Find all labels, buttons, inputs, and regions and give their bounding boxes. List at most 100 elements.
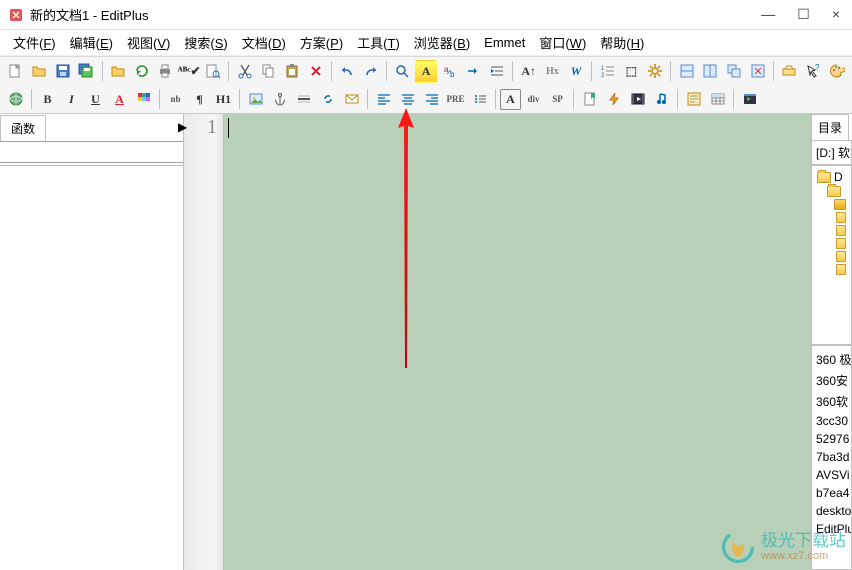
hex-icon[interactable]: Hx xyxy=(541,60,564,83)
copy-icon[interactable] xyxy=(257,60,280,83)
file-item[interactable]: deskto xyxy=(816,502,847,520)
tree-item[interactable] xyxy=(814,211,849,224)
save-icon[interactable] xyxy=(51,60,74,83)
tree-item[interactable] xyxy=(814,224,849,237)
drive-selector[interactable]: [D:] 软 xyxy=(811,140,852,165)
underline-icon[interactable]: U xyxy=(84,88,107,111)
window-cascade-icon[interactable] xyxy=(723,60,746,83)
wordwrap-icon[interactable]: W xyxy=(565,60,588,83)
menu-b[interactable]: 浏览器(B) xyxy=(407,30,477,55)
menu-e[interactable]: 编辑(E) xyxy=(63,30,120,55)
tree-item[interactable]: D xyxy=(814,169,849,185)
hr-icon[interactable] xyxy=(292,88,315,111)
anchor-icon[interactable] xyxy=(268,88,291,111)
spellcheck-icon[interactable]: ᴬᴮᶜ✔ xyxy=(178,60,201,83)
file-list[interactable]: 360 极360安360软3cc30529767ba3dAVSVib7ea4de… xyxy=(811,345,852,570)
tool1-icon[interactable] xyxy=(778,60,801,83)
new-file-icon[interactable] xyxy=(4,60,27,83)
font-color-icon[interactable]: A xyxy=(108,88,131,111)
remote-save-icon[interactable] xyxy=(130,60,153,83)
menu-emmet[interactable]: Emmet xyxy=(477,32,532,53)
menu-p[interactable]: 方案(P) xyxy=(293,30,350,55)
print-icon[interactable] xyxy=(154,60,177,83)
div-icon[interactable]: div xyxy=(522,88,545,111)
bold-icon[interactable]: B xyxy=(36,88,59,111)
delete-icon[interactable] xyxy=(304,60,327,83)
menu-t[interactable]: 工具(T) xyxy=(350,30,407,55)
span-icon[interactable]: SP xyxy=(546,88,569,111)
file-item[interactable]: 360安 xyxy=(816,370,847,391)
align-center-icon[interactable] xyxy=(396,88,419,111)
goto-icon[interactable] xyxy=(462,60,485,83)
bookmark-icon[interactable] xyxy=(578,88,601,111)
file-item[interactable]: 360 极 xyxy=(816,349,847,370)
tree-item[interactable] xyxy=(814,198,849,211)
preview-icon[interactable] xyxy=(202,60,225,83)
tree-item[interactable] xyxy=(814,263,849,276)
indent-icon[interactable] xyxy=(486,60,509,83)
run-icon[interactable] xyxy=(738,88,761,111)
menu-f[interactable]: 文件(F) xyxy=(6,30,63,55)
save-all-icon[interactable] xyxy=(75,60,98,83)
audio-icon[interactable] xyxy=(650,88,673,111)
paragraph-icon[interactable]: ¶ xyxy=(188,88,211,111)
window-tile1-icon[interactable] xyxy=(675,60,698,83)
file-item[interactable]: 7ba3d xyxy=(816,448,847,466)
link-icon[interactable] xyxy=(316,88,339,111)
functions-tab[interactable]: 函数 xyxy=(0,115,46,141)
find-icon[interactable] xyxy=(391,60,414,83)
open-remote-icon[interactable] xyxy=(107,60,130,83)
replace-icon[interactable]: ab xyxy=(438,60,461,83)
font-larger-icon[interactable]: A↑ xyxy=(517,60,540,83)
file-item[interactable]: 52976 xyxy=(816,430,847,448)
directory-tree[interactable]: D xyxy=(811,165,852,345)
menu-w[interactable]: 窗口(W) xyxy=(532,30,593,55)
minimize-button[interactable]: — xyxy=(757,6,779,23)
close-button[interactable]: × xyxy=(828,6,844,23)
image-icon[interactable] xyxy=(244,88,267,111)
ruler-icon[interactable]: ⬚ xyxy=(620,60,643,83)
browser-icon[interactable] xyxy=(4,88,27,111)
settings-icon[interactable] xyxy=(644,60,667,83)
file-item[interactable]: b7ea4 xyxy=(816,484,847,502)
align-right-icon[interactable] xyxy=(420,88,443,111)
heading-icon[interactable]: H1 xyxy=(212,88,235,111)
video-icon[interactable] xyxy=(626,88,649,111)
list-icon[interactable] xyxy=(468,88,491,111)
menu-h[interactable]: 帮助(H) xyxy=(593,30,651,55)
pre-icon[interactable]: PRE xyxy=(444,88,467,111)
flash-icon[interactable] xyxy=(602,88,625,111)
align-left-icon[interactable] xyxy=(372,88,395,111)
cut-icon[interactable] xyxy=(233,60,256,83)
editor-content[interactable] xyxy=(224,114,810,570)
table-icon[interactable] xyxy=(706,88,729,111)
menu-v[interactable]: 视图(V) xyxy=(120,30,177,55)
open-file-icon[interactable] xyxy=(28,60,51,83)
file-item[interactable]: AVSVi xyxy=(816,466,847,484)
maximize-button[interactable]: ☐ xyxy=(793,6,814,23)
file-item[interactable]: 3cc30 xyxy=(816,412,847,430)
redo-icon[interactable] xyxy=(359,60,382,83)
file-item[interactable]: EditPlu xyxy=(816,520,847,538)
palette-icon[interactable] xyxy=(825,60,848,83)
window-close-icon[interactable] xyxy=(746,60,769,83)
tree-item[interactable] xyxy=(814,185,849,198)
line-num-icon[interactable]: 12 xyxy=(596,60,619,83)
nbsp-icon[interactable]: nb xyxy=(164,88,187,111)
tree-item[interactable] xyxy=(814,237,849,250)
italic-icon[interactable]: I xyxy=(60,88,83,111)
help-arrow-icon[interactable]: ? xyxy=(802,60,825,83)
color-picker-icon[interactable] xyxy=(132,88,155,111)
window-tile2-icon[interactable] xyxy=(699,60,722,83)
highlight-icon[interactable]: A xyxy=(415,60,438,83)
directory-tab[interactable]: 目录 xyxy=(811,114,849,140)
menu-d[interactable]: 文档(D) xyxy=(235,30,293,55)
form-icon[interactable] xyxy=(682,88,705,111)
mail-icon[interactable] xyxy=(340,88,363,111)
undo-icon[interactable] xyxy=(336,60,359,83)
tree-item[interactable] xyxy=(814,250,849,263)
paste-icon[interactable] xyxy=(281,60,304,83)
text-area-icon[interactable]: A xyxy=(500,89,521,110)
file-item[interactable]: 360软 xyxy=(816,391,847,412)
menu-s[interactable]: 搜索(S) xyxy=(177,30,234,55)
